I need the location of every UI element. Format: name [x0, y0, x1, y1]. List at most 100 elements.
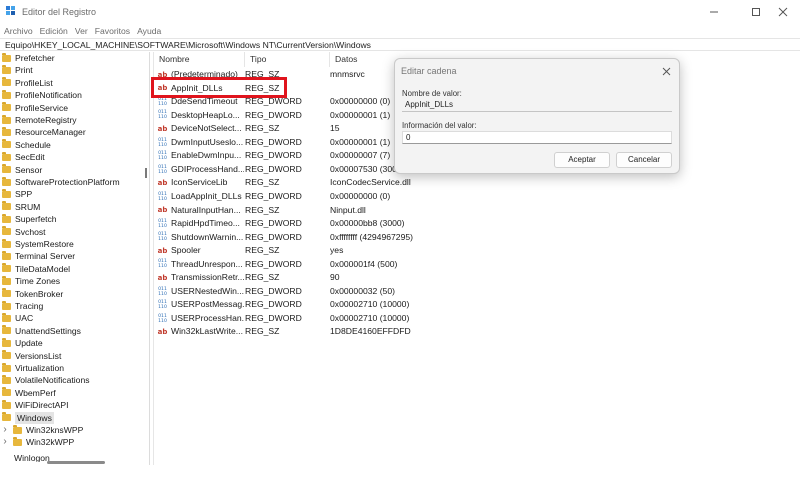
tree-scrollbar-thumb[interactable]: [145, 168, 147, 178]
value-row[interactable]: 011 110 USERPostMessag... REG_DWORD 0x000027…: [154, 298, 800, 312]
value-row[interactable]: 011 110 ThreadUnrespon... REG_DWORD 0x000001…: [154, 258, 800, 272]
tree-item-label: Terminal Server: [15, 251, 76, 262]
value-name-text: IconServiceLib: [171, 177, 228, 188]
tree-item[interactable]: RemoteRegistry: [0, 114, 140, 126]
value-row[interactable]: 011 110 RapidHpdTimeo... REG_DWORD 0x00000bb…: [154, 217, 800, 231]
tree-item[interactable]: SoftwareProtectionPlatform: [0, 176, 140, 188]
tree-item[interactable]: WbemPerf: [0, 387, 140, 399]
tree-item[interactable]: TokenBroker: [0, 288, 140, 300]
dword-value-icon: 011 110: [158, 137, 167, 148]
tree-item[interactable]: VersionsList: [0, 350, 140, 362]
close-icon: [778, 7, 788, 17]
value-name-text: EnableDwmInpu...: [171, 150, 242, 161]
folder-icon: [2, 374, 11, 384]
tree-item[interactable]: SPP: [0, 188, 140, 200]
tree-item[interactable]: ResourceManager: [0, 126, 140, 138]
tree-item[interactable]: Terminal Server: [0, 250, 140, 262]
tree-item[interactable]: SecEdit: [0, 151, 140, 163]
folder-icon: [2, 350, 11, 360]
tree-item[interactable]: ProfileNotification: [0, 89, 140, 101]
tree-item[interactable]: SRUM: [0, 201, 140, 213]
tree-item[interactable]: Svchost: [0, 226, 140, 238]
value-name-text: TransmissionRetr...: [171, 272, 244, 283]
tree-item[interactable]: Windows: [0, 411, 140, 424]
menu-ver[interactable]: Ver: [71, 24, 91, 38]
value-row[interactable]: 011 110 LoadAppInit_DLLs REG_DWORD 0x0000000…: [154, 190, 800, 204]
value-data-cell: 0x00000bb8 (3000): [330, 218, 405, 229]
dword-value-icon: 011 110: [158, 151, 167, 162]
value-name-cell: 011 110 LoadAppInit_DLLs: [157, 190, 244, 204]
value-type-cell: REG_DWORD: [245, 231, 302, 242]
value-name-text: DeviceNotSelect...: [171, 123, 242, 134]
tree-item-label: Tracing: [15, 301, 44, 311]
pane-splitter[interactable]: [149, 52, 150, 465]
tree-item[interactable]: TileDataModel: [0, 263, 140, 275]
dialog-close-button[interactable]: [662, 63, 671, 79]
value-type-cell: REG_DWORD: [245, 150, 302, 161]
value-row[interactable]: ab NaturalInputHan... REG_SZ Ninput.dll: [154, 204, 800, 218]
value-name-text: RapidHpdTimeo...: [171, 218, 240, 229]
value-row[interactable]: ab Spooler REG_SZ yes: [154, 244, 800, 258]
value-name-text: LoadAppInit_DLLs: [171, 190, 242, 201]
value-name-text: USERProcessHan...: [171, 312, 244, 323]
menu-ayuda[interactable]: Ayuda: [133, 24, 164, 38]
tree-item[interactable]: ProfileService: [0, 102, 140, 114]
menu-edicion[interactable]: Edición: [36, 24, 71, 38]
tree-item-label: Schedule: [15, 139, 51, 150]
tree-item[interactable]: Update: [0, 337, 140, 349]
tree-item[interactable]: Virtualization: [0, 362, 140, 374]
tree-item[interactable]: Prefetcher: [0, 52, 140, 64]
cancel-button[interactable]: Cancelar: [616, 152, 672, 168]
dword-value-icon: 011 110: [158, 232, 167, 243]
tree-horizontal-scrollbar[interactable]: [47, 461, 105, 464]
value-name-cell: ab NaturalInputHan...: [157, 204, 244, 218]
value-data-field[interactable]: 0: [402, 131, 672, 144]
close-icon: [662, 67, 671, 76]
tree-item[interactable]: VolatileNotifications: [0, 374, 140, 386]
column-header-name[interactable]: Nombre: [154, 52, 245, 67]
value-data-cell: 0x000001f4 (500): [330, 258, 398, 269]
menu-favoritos[interactable]: Favoritos: [91, 24, 133, 38]
folder-icon: [2, 126, 11, 136]
tree-item-label: Win32knsWPP: [26, 425, 84, 435]
close-button[interactable]: [766, 0, 800, 24]
tree-item[interactable]: UAC: [0, 312, 140, 324]
tree-child-item[interactable]: › Win32kWPP: [0, 436, 140, 448]
value-row[interactable]: ab IconServiceLib REG_SZ IconCodecService.d…: [154, 176, 800, 190]
tree-item-label: Windows: [15, 411, 54, 424]
value-data-cell: 0xffffffff (4294967295): [330, 231, 413, 242]
tree-item[interactable]: Print: [0, 64, 140, 76]
minimize-button[interactable]: [697, 0, 731, 24]
folder-icon: [2, 64, 11, 74]
window-title: Editor del Registro: [22, 7, 97, 17]
value-row[interactable]: ab Win32kLastWrite... REG_SZ 1D8DE4160EFFDF…: [154, 325, 800, 339]
tree-item[interactable]: WiFiDirectAPI: [0, 399, 140, 411]
tree-item[interactable]: Sensor: [0, 164, 140, 176]
tree-item[interactable]: UnattendSettings: [0, 325, 140, 337]
value-name-cell: 011 110 EnableDwmInpu...: [157, 149, 244, 163]
tree-item[interactable]: Superfetch: [0, 213, 140, 225]
value-type-cell: REG_DWORD: [245, 312, 302, 323]
value-row[interactable]: 011 110 USERNestedWin... REG_DWORD 0x0000003…: [154, 285, 800, 299]
chevron-right-icon[interactable]: ›: [1, 424, 9, 436]
value-row[interactable]: 011 110 ShutdownWarnin... REG_DWORD 0xffffff…: [154, 231, 800, 245]
folder-icon: [2, 263, 11, 273]
value-row[interactable]: ab TransmissionRetr... REG_SZ 90: [154, 271, 800, 285]
tree-item-label: Prefetcher: [15, 53, 55, 63]
value-type-cell: REG_SZ: [245, 245, 280, 256]
tree-item-label: Winlogon: [14, 452, 50, 462]
tree-item[interactable]: Tracing: [0, 300, 140, 312]
column-header-type[interactable]: Tipo: [245, 52, 330, 67]
tree-item[interactable]: SystemRestore: [0, 238, 140, 250]
chevron-right-icon[interactable]: ›: [1, 436, 9, 448]
tree-item[interactable]: Schedule: [0, 139, 140, 151]
tree-item[interactable]: Time Zones: [0, 275, 140, 287]
tree-item[interactable]: ProfileList: [0, 77, 140, 89]
tree-item-label: SoftwareProtectionPlatform: [15, 177, 120, 187]
address-bar[interactable]: Equipo\HKEY_LOCAL_MACHINE\SOFTWARE\Micro…: [0, 38, 800, 51]
menu-archivo[interactable]: Archivo: [0, 24, 36, 38]
ok-button[interactable]: Aceptar: [554, 152, 610, 168]
value-name-cell: 011 110 GDIProcessHand...: [157, 163, 244, 177]
value-row[interactable]: 011 110 USERProcessHan... REG_DWORD 0x000027…: [154, 312, 800, 326]
tree-child-item[interactable]: › Win32knsWPP: [0, 424, 140, 436]
